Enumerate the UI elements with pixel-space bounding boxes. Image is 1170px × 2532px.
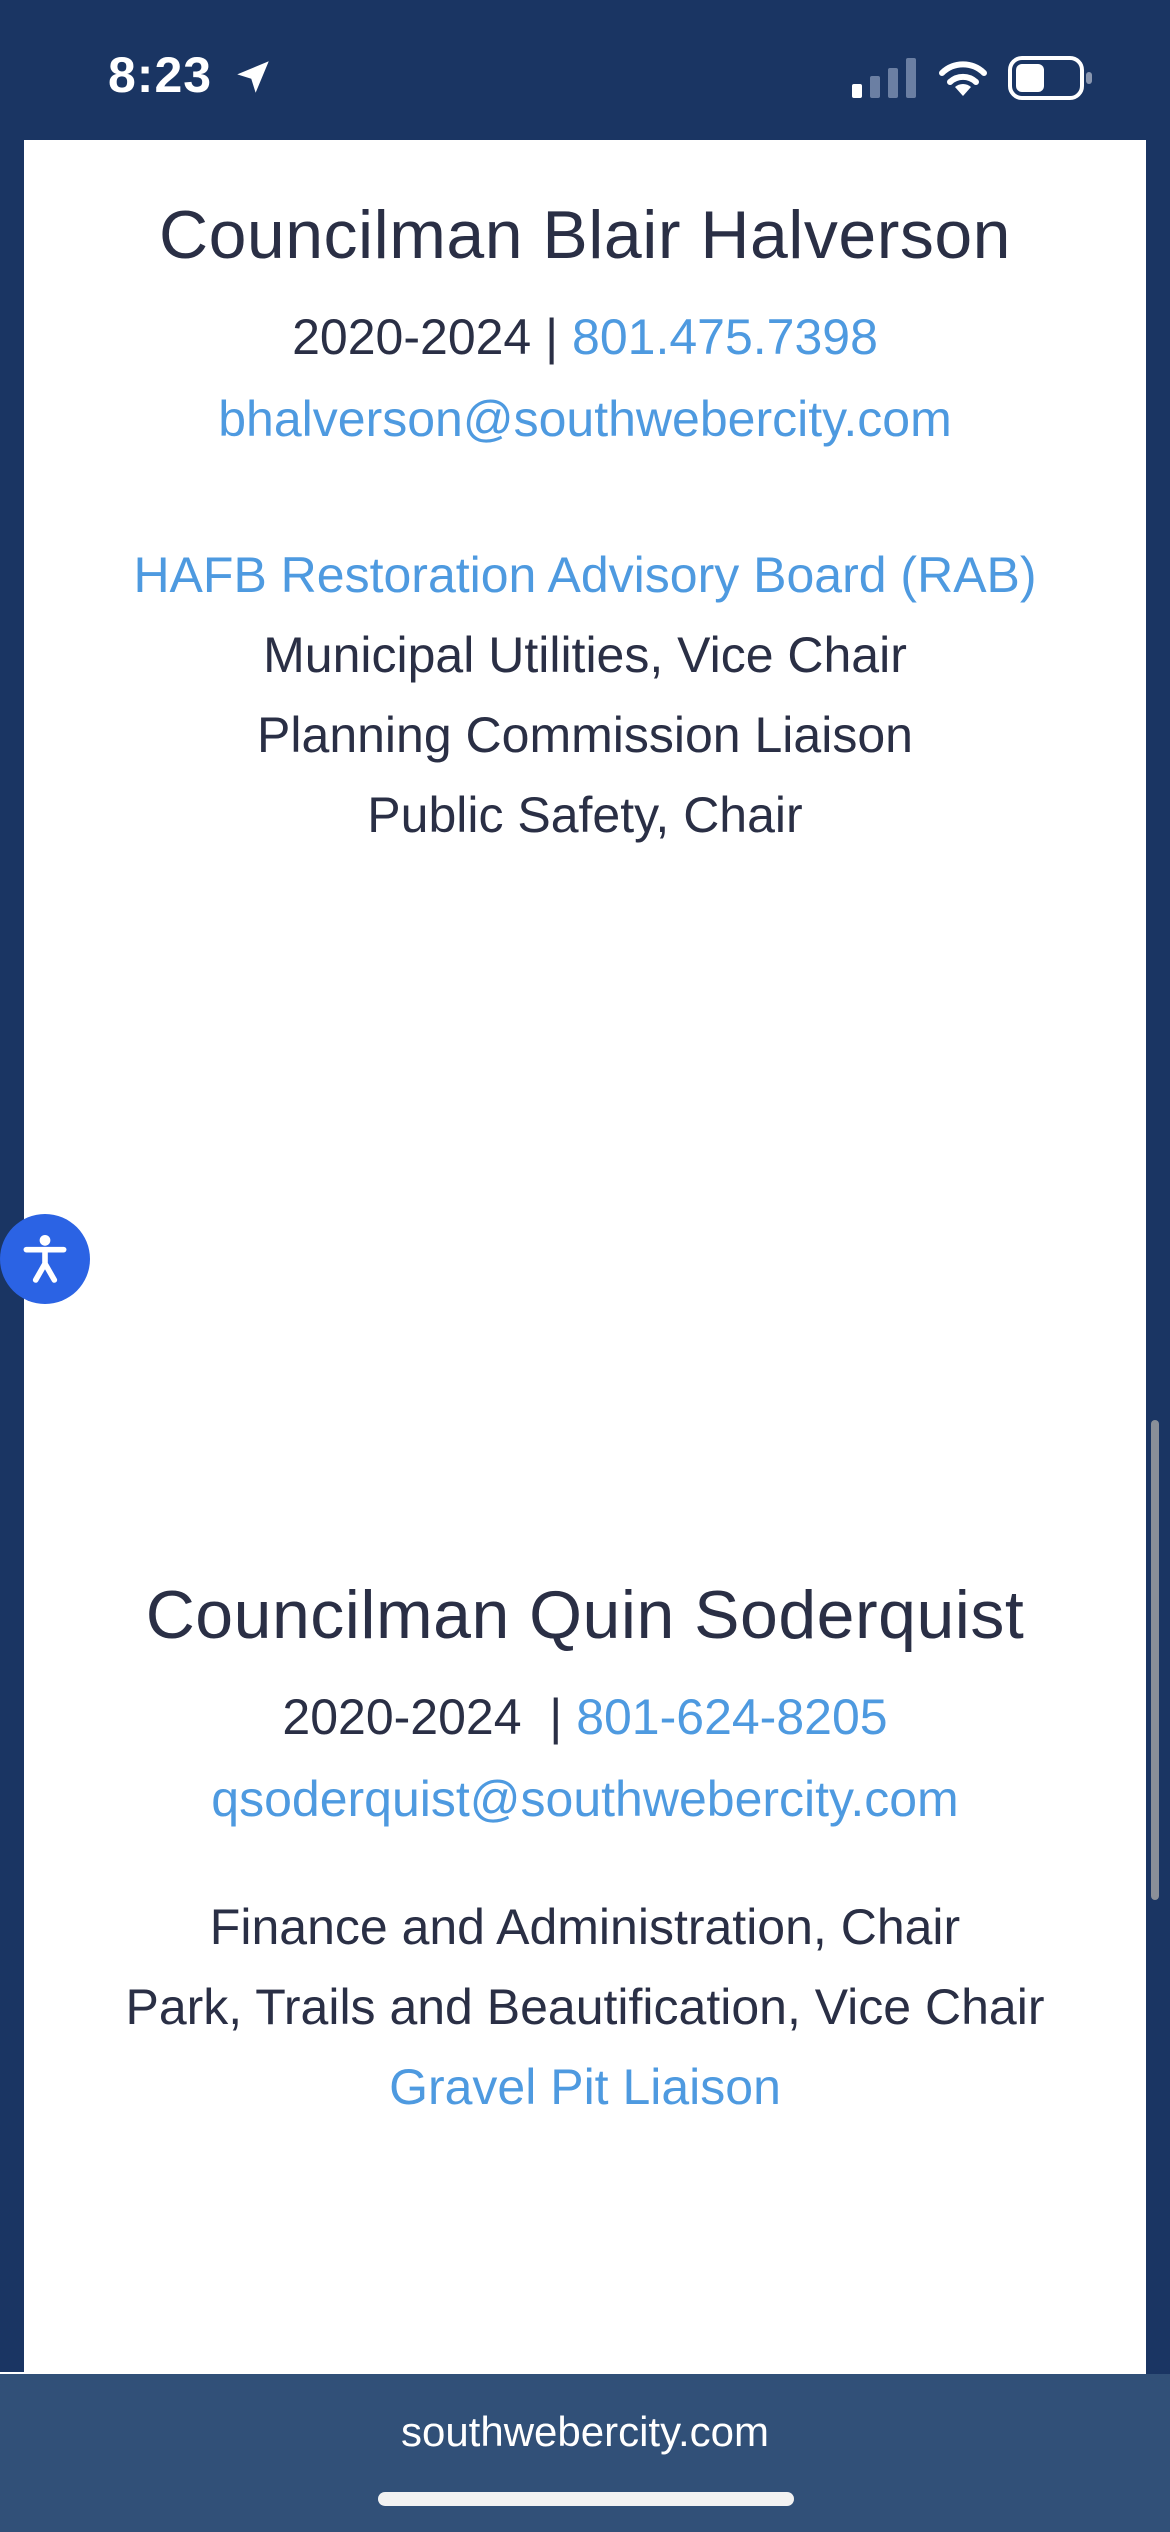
battery-icon <box>1008 56 1092 100</box>
role-link[interactable]: HAFB Restoration Advisory Board (RAB) <box>24 546 1146 604</box>
role-link[interactable]: Gravel Pit Liaison <box>24 2058 1146 2116</box>
status-bar: 8:23 <box>0 0 1170 140</box>
url-text[interactable]: southwebercity.com <box>0 2408 1170 2456</box>
accessibility-button[interactable] <box>0 1214 90 1304</box>
accessibility-person-icon <box>23 1234 67 1283</box>
phone-link[interactable]: 801-624-8205 <box>576 1689 887 1745</box>
term-phone-line: 2020-2024 | 801-624-8205 <box>24 1688 1146 1746</box>
councilman-name: Councilman Quin Soderquist <box>145 1577 1025 1653</box>
email-link[interactable]: qsoderquist@southwebercity.com <box>24 1770 1146 1828</box>
location-arrow-icon <box>237 61 269 93</box>
role-item: Planning Commission Liaison <box>257 707 913 763</box>
email-link[interactable]: bhalverson@southwebercity.com <box>24 390 1146 448</box>
role-item: Finance and Administration, Chair <box>209 1899 961 1955</box>
role-item: Municipal Utilities, Vice Chair <box>263 627 907 683</box>
content-card <box>24 140 1146 2376</box>
browser-url-bar[interactable]: southwebercity.com <box>0 2374 1170 2532</box>
role-item: Public Safety, Chair <box>367 787 803 843</box>
cellular-signal-icon <box>852 58 916 98</box>
role-item: Park, Trails and Beautification, Vice Ch… <box>125 1979 1045 2035</box>
councilman-name: Councilman Blair Halverson <box>158 197 1011 273</box>
scrollbar[interactable] <box>1151 1420 1159 1900</box>
status-time: 8:23 <box>108 47 213 103</box>
phone-link[interactable]: 801.475.7398 <box>572 309 878 365</box>
term-phone-line: 2020-2024 | 801.475.7398 <box>24 308 1146 366</box>
term-text: 2020-2024 | <box>292 309 573 365</box>
home-indicator[interactable] <box>378 2492 794 2506</box>
wifi-icon <box>939 61 987 96</box>
term-text: 2020-2024 | <box>282 1689 577 1745</box>
